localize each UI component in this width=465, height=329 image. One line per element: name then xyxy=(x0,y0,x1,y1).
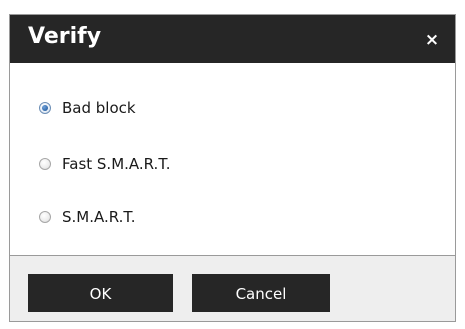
radio-bad-block[interactable] xyxy=(39,102,51,114)
radio-smart[interactable] xyxy=(39,211,51,223)
dialog-title: Verify xyxy=(28,24,102,49)
option-label-bad-block: Bad block xyxy=(62,99,136,117)
radio-fast-smart[interactable] xyxy=(39,158,51,170)
close-icon[interactable]: × xyxy=(423,31,441,49)
option-smart[interactable]: S.M.A.R.T. xyxy=(39,206,136,228)
option-bad-block[interactable]: Bad block xyxy=(39,97,136,119)
dialog-footer: OK Cancel xyxy=(10,255,455,321)
cancel-button[interactable]: Cancel xyxy=(192,274,330,312)
option-label-fast-smart: Fast S.M.A.R.T. xyxy=(62,155,171,173)
verify-dialog: Verify × Bad block Fast S.M.A.R.T. S.M.A… xyxy=(9,14,456,322)
option-fast-smart[interactable]: Fast S.M.A.R.T. xyxy=(39,153,170,175)
dialog-titlebar: Verify × xyxy=(10,15,455,63)
dialog-body: Bad block Fast S.M.A.R.T. S.M.A.R.T. xyxy=(10,63,455,255)
ok-button[interactable]: OK xyxy=(28,274,173,312)
option-label-smart: S.M.A.R.T. xyxy=(62,208,136,226)
